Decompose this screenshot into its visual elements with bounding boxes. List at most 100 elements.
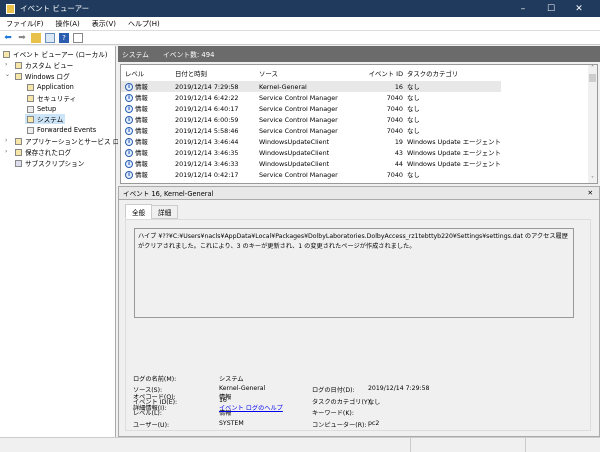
- chevron-down-icon[interactable]: ⌄: [5, 71, 10, 78]
- tree-system[interactable]: システム: [25, 114, 66, 124]
- log-icon: [27, 115, 34, 123]
- tree-setup[interactable]: Setup: [27, 104, 56, 114]
- menu-help[interactable]: ヘルプ(H): [122, 19, 166, 29]
- show-hide-tree-icon[interactable]: [45, 32, 55, 43]
- event-detail-header: イベント 16, Kernel-General ✕: [118, 186, 600, 200]
- back-arrow-icon[interactable]: ⬅: [3, 33, 13, 43]
- event-id-cell: 43: [394, 148, 403, 157]
- chevron-right-icon[interactable]: ›: [5, 148, 7, 155]
- event-viewer-icon: [3, 50, 10, 58]
- tree-root[interactable]: イベント ビューアー (ローカル): [3, 49, 107, 59]
- task-category-cell: なし: [407, 94, 420, 102]
- log-icon: [27, 105, 34, 113]
- chevron-right-icon[interactable]: ›: [5, 137, 7, 144]
- log-icon: [27, 83, 34, 91]
- folder-icon: [15, 137, 22, 145]
- task-category-cell: なし: [407, 105, 420, 113]
- show-action-pane-icon[interactable]: [73, 32, 83, 43]
- tree-custom-views[interactable]: カスタム ビュー: [15, 60, 73, 70]
- info-icon: i: [125, 104, 133, 113]
- folder-icon: [15, 61, 22, 69]
- scrollbar[interactable]: ˄ ˅: [588, 65, 597, 183]
- info-icon: i: [125, 93, 133, 102]
- tree-security[interactable]: セキュリティ: [27, 93, 76, 103]
- task-category-cell: なし: [407, 116, 420, 124]
- forward-arrow-icon[interactable]: ➡: [17, 33, 27, 43]
- event-log-help-link[interactable]: イベント ログのヘルプ: [219, 403, 283, 412]
- source-cell: Service Control Manager: [259, 170, 338, 179]
- table-row[interactable]: i 情報 2019/12/14 6:40:17 Service Control M…: [121, 103, 501, 114]
- close-button[interactable]: ✕: [566, 0, 592, 17]
- event-id-cell: 7040: [386, 115, 403, 124]
- table-row[interactable]: i 情報 2019/12/14 0:42:17 Service Control M…: [121, 169, 501, 180]
- tree-forwarded-events[interactable]: Forwarded Events: [27, 125, 96, 135]
- table-row[interactable]: i 情報 2019/12/14 7:29:58 Kernel-General 16…: [121, 81, 501, 92]
- menu-file[interactable]: ファイル(F): [0, 19, 50, 29]
- level-cell: i 情報: [125, 170, 148, 179]
- event-message: ハイブ ¥??¥C:¥Users¥nacls¥AppData¥Local¥Pac…: [134, 228, 574, 318]
- event-detail-title: イベント 16, Kernel-General: [123, 190, 214, 198]
- main-pane: システム イベント数: 494 レベル 日付と時刻 ソース イベント ID タス…: [118, 46, 600, 437]
- menu-view[interactable]: 表示(V): [86, 19, 122, 29]
- source-cell: Service Control Manager: [259, 126, 338, 135]
- datetime-cell: 2019/12/14 6:00:59: [175, 115, 239, 124]
- value-source: Kernel-General: [219, 385, 266, 392]
- table-row[interactable]: i 情報 2019/12/14 3:46:44 WindowsUpdateClie…: [121, 136, 501, 147]
- table-row[interactable]: i 情報 2019/12/14 6:00:59 Service Control M…: [121, 114, 501, 125]
- event-count: イベント数: 494: [162, 51, 215, 59]
- scroll-up-icon[interactable]: ˄: [588, 65, 597, 72]
- label-log-date: ログの日付(D):: [312, 387, 355, 394]
- tree-saved-logs[interactable]: 保存されたログ: [15, 147, 71, 157]
- datetime-cell: 2019/12/14 6:42:22: [175, 93, 239, 102]
- task-category-cell: なし: [407, 83, 420, 91]
- column-source[interactable]: ソース: [259, 69, 278, 78]
- tree-subscriptions[interactable]: サブスクリプション: [15, 158, 84, 168]
- event-id-cell: 7040: [386, 93, 403, 102]
- column-event-id[interactable]: イベント ID: [351, 69, 403, 78]
- level-cell: i 情報: [125, 115, 148, 124]
- maximize-button[interactable]: ☐: [538, 0, 564, 17]
- table-row[interactable]: i 情報 2019/12/14 5:58:46 Service Control M…: [121, 125, 501, 136]
- event-id-cell: 44: [394, 159, 403, 168]
- tree-windows-logs[interactable]: Windows ログ: [15, 71, 70, 81]
- table-row[interactable]: i 情報 2019/12/14 3:46:35 WindowsUpdateClie…: [121, 147, 501, 158]
- value-task-category: なし: [368, 399, 381, 406]
- datetime-cell: 2019/12/14 3:46:35: [175, 148, 239, 157]
- chevron-right-icon[interactable]: ›: [5, 61, 7, 68]
- menu-action[interactable]: 操作(A): [50, 19, 86, 29]
- event-viewer-icon: [6, 3, 15, 14]
- log-header: システム イベント数: 494: [118, 46, 600, 62]
- table-row[interactable]: i 情報 2019/12/14 6:42:22 Service Control M…: [121, 92, 501, 103]
- column-task-category[interactable]: タスクのカテゴリ: [407, 69, 458, 78]
- datetime-cell: 2019/12/14 7:29:58: [175, 82, 239, 91]
- value-log-name: システム: [219, 376, 244, 383]
- datetime-cell: 2019/12/14 5:58:46: [175, 126, 239, 135]
- column-level[interactable]: レベル: [125, 69, 144, 78]
- info-icon: i: [125, 115, 133, 124]
- table-row[interactable]: i 情報 2019/12/14 3:46:33 WindowsUpdateClie…: [121, 158, 501, 169]
- info-icon: i: [125, 170, 133, 179]
- level-cell: i 情報: [125, 137, 148, 146]
- up-folder-icon[interactable]: [31, 32, 41, 43]
- label-user: ユーザー(U):: [133, 422, 170, 429]
- minimize-button[interactable]: –: [510, 0, 536, 17]
- tab-details[interactable]: 詳細: [151, 205, 179, 219]
- datetime-cell: 2019/12/14 6:40:17: [175, 104, 239, 113]
- log-name: システム: [122, 51, 149, 59]
- level-cell: i 情報: [125, 159, 148, 168]
- label-log-name: ログの名前(M):: [133, 376, 177, 383]
- tree-application[interactable]: Application: [27, 82, 74, 92]
- source-cell: Service Control Manager: [259, 115, 338, 124]
- event-id-cell: 7040: [386, 170, 403, 179]
- event-id-cell: 7040: [386, 104, 403, 113]
- close-detail-icon[interactable]: ✕: [587, 189, 593, 197]
- column-datetime[interactable]: 日付と時刻: [175, 69, 207, 78]
- tab-general[interactable]: 全般: [125, 204, 153, 219]
- help-icon[interactable]: ?: [59, 32, 69, 43]
- label-keywords: キーワード(K):: [312, 410, 354, 417]
- menu-bar: ファイル(F) 操作(A) 表示(V) ヘルプ(H): [0, 17, 600, 31]
- scroll-thumb[interactable]: [589, 74, 596, 82]
- window-title: イベント ビューアー: [20, 4, 90, 13]
- tree-apps-services[interactable]: アプリケーションとサービス ログ: [15, 136, 126, 146]
- scroll-down-icon[interactable]: ˅: [588, 176, 597, 183]
